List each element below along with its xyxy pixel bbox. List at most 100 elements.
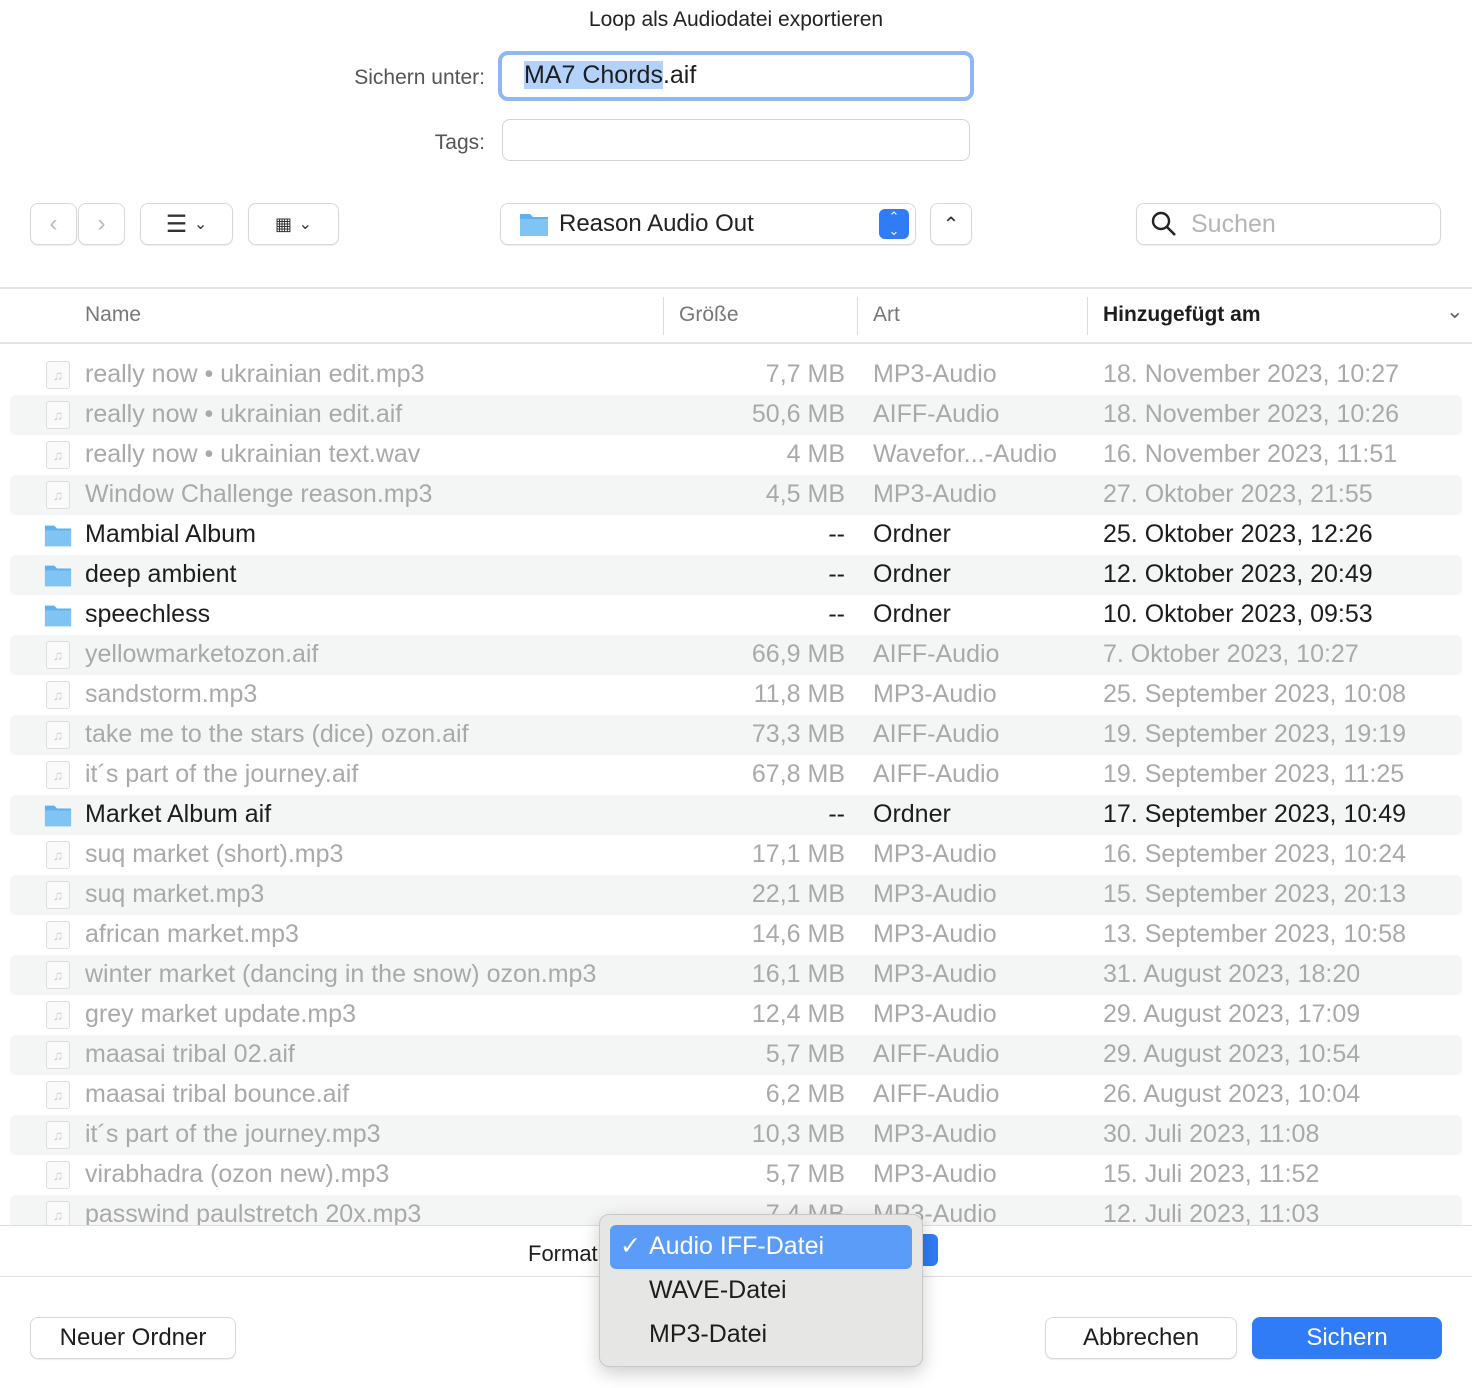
location-label: Reason Audio Out	[559, 210, 754, 237]
file-date-added: 10. Oktober 2023, 09:53	[1103, 600, 1373, 628]
audio-file-icon: ♫	[46, 681, 70, 709]
save-button[interactable]: Sichern	[1252, 1317, 1442, 1359]
file-name: maasai tribal 02.aif	[85, 1040, 295, 1068]
column-divider[interactable]	[857, 297, 858, 335]
folder-row[interactable]: deep ambient -- Ordner 12. Oktober 2023, 20…	[10, 555, 1462, 595]
menu-item-wave[interactable]: WAVE-Datei	[610, 1269, 912, 1313]
file-name: african market.mp3	[85, 920, 299, 948]
file-size: 5,7 MB	[765, 1040, 845, 1068]
file-date-added: 17. September 2023, 10:49	[1103, 800, 1407, 828]
file-size: 67,8 MB	[751, 760, 845, 788]
file-kind: MP3-Audio	[873, 480, 997, 508]
file-row[interactable]: ♫ really now • ukrainian edit.aif 50,6 MB A…	[10, 395, 1462, 435]
file-date-added: 29. August 2023, 10:54	[1103, 1040, 1361, 1068]
column-kind[interactable]: Art	[873, 303, 900, 327]
file-name: Window Challenge reason.mp3	[85, 480, 433, 508]
file-row[interactable]: ♫ take me to the stars (dice) ozon.aif 73,…	[10, 715, 1462, 755]
checkmark-icon: ✓	[620, 1232, 641, 1260]
file-date-added: 27. Oktober 2023, 21:55	[1103, 480, 1373, 508]
menu-item-mp3[interactable]: MP3-Datei	[610, 1313, 912, 1357]
file-row[interactable]: ♫ suq market (short).mp3 17,1 MB MP3-Audio 1…	[10, 835, 1462, 875]
file-row[interactable]: ♫ yellowmarketozon.aif 66,9 MB AIFF-Audio 7.…	[10, 635, 1462, 675]
folder-row[interactable]: Mambial Album -- Ordner 25. Oktober 2023, 1…	[10, 515, 1462, 555]
column-divider[interactable]	[1087, 297, 1088, 335]
file-row[interactable]: ♫ Window Challenge reason.mp3 4,5 MB MP3-Au…	[10, 475, 1462, 515]
group-view-button[interactable]: ▦ ⌄	[248, 203, 339, 245]
save-as-input[interactable]: MA7 Chords.aif	[498, 51, 974, 101]
file-row[interactable]: ♫ suq market.mp3 22,1 MB MP3-Audio 15. Septe…	[10, 875, 1462, 915]
tags-input[interactable]	[502, 119, 970, 161]
file-name: grey market update.mp3	[85, 1000, 356, 1028]
cancel-button[interactable]: Abbrechen	[1045, 1317, 1237, 1359]
file-row[interactable]: ♫ virabhadra (ozon new).mp3 5,7 MB MP3-Audi…	[10, 1155, 1462, 1195]
file-date-added: 29. August 2023, 17:09	[1103, 1000, 1361, 1028]
folder-row[interactable]: Market Album aif -- Ordner 17. September 20…	[10, 795, 1462, 835]
menu-item-label: Audio IFF-Datei	[649, 1232, 825, 1260]
file-name: virabhadra (ozon new).mp3	[85, 1160, 390, 1188]
audio-file-icon: ♫	[46, 761, 70, 789]
file-kind: MP3-Audio	[873, 1000, 997, 1028]
column-divider[interactable]	[663, 297, 664, 335]
audio-file-icon: ♫	[46, 1161, 70, 1189]
audio-file-icon: ♫	[46, 1121, 70, 1149]
file-name: Market Album aif	[85, 800, 272, 828]
menu-item-aiff[interactable]: ✓ Audio IFF-Datei	[610, 1225, 912, 1269]
file-row[interactable]: ♫ winter market (dancing in the snow) ozo…	[10, 955, 1462, 995]
file-size: --	[828, 560, 845, 588]
file-row[interactable]: ♫ grey market update.mp3 12,4 MB MP3-Audio 2…	[10, 995, 1462, 1035]
file-kind: MP3-Audio	[873, 1120, 997, 1148]
file-date-added: 16. November 2023, 11:51	[1103, 440, 1398, 468]
list-icon: ☰	[165, 210, 188, 238]
column-date-added[interactable]: Hinzugefügt am	[1103, 303, 1261, 327]
file-row[interactable]: ♫ sandstorm.mp3 11,8 MB MP3-Audio 25. Septem…	[10, 675, 1462, 715]
list-view-button[interactable]: ☰ ⌄	[140, 203, 233, 245]
file-date-added: 18. November 2023, 10:26	[1103, 400, 1400, 428]
file-row[interactable]: ♫ really now • ukrainian edit.mp3 7,7 MB MP…	[10, 355, 1462, 395]
file-size: 22,1 MB	[751, 880, 845, 908]
audio-file-icon: ♫	[46, 1081, 70, 1109]
audio-file-icon: ♫	[46, 1201, 70, 1225]
file-date-added: 12. Juli 2023, 11:03	[1103, 1200, 1320, 1225]
chevron-right-icon: ›	[97, 210, 106, 237]
file-date-added: 7. Oktober 2023, 10:27	[1103, 640, 1359, 668]
forward-button[interactable]: ›	[78, 203, 125, 245]
folder-row[interactable]: speechless -- Ordner 10. Oktober 2023, 09:5…	[10, 595, 1462, 635]
file-name: deep ambient	[85, 560, 237, 588]
file-kind: AIFF-Audio	[873, 640, 1000, 668]
file-row[interactable]: ♫ african market.mp3 14,6 MB MP3-Audio 13. S…	[10, 915, 1462, 955]
save-as-label: Sichern unter:	[354, 66, 485, 89]
file-size: 10,3 MB	[751, 1120, 845, 1148]
file-kind: AIFF-Audio	[873, 760, 1000, 788]
file-kind: MP3-Audio	[873, 880, 997, 908]
folder-icon	[44, 565, 72, 587]
file-size: 16,1 MB	[751, 960, 845, 988]
file-kind: AIFF-Audio	[873, 1040, 1000, 1068]
search-input[interactable]: Suchen	[1136, 203, 1441, 245]
file-row[interactable]: ♫ it´s part of the journey.aif 67,8 MB AIFF…	[10, 755, 1462, 795]
file-name: take me to the stars (dice) ozon.aif	[85, 720, 469, 748]
column-header: Name Größe Art Hinzugefügt am ⌄	[0, 287, 1472, 344]
audio-file-icon: ♫	[46, 721, 70, 749]
file-name: really now • ukrainian text.wav	[85, 440, 421, 468]
audio-file-icon: ♫	[46, 1001, 70, 1029]
parent-folder-button[interactable]: ⌃	[930, 203, 972, 245]
sort-chevron-icon: ⌄	[1446, 300, 1464, 323]
file-row[interactable]: ♫ maasai tribal bounce.aif 6,2 MB AIFF-Audi…	[10, 1075, 1462, 1115]
file-kind: MP3-Audio	[873, 960, 997, 988]
audio-file-icon: ♫	[46, 1041, 70, 1069]
file-list: ♫ really now • ukrainian edit.mp3 7,7 MB MP…	[0, 355, 1472, 1225]
file-row[interactable]: ♫ really now • ukrainian text.wav 4 MB Wave…	[10, 435, 1462, 475]
file-row[interactable]: ♫ it´s part of the journey.mp3 10,3 MB MP3-…	[10, 1115, 1462, 1155]
column-size[interactable]: Größe	[679, 303, 739, 327]
file-size: 4,5 MB	[765, 480, 845, 508]
file-size: --	[828, 600, 845, 628]
file-size: 6,2 MB	[765, 1080, 845, 1108]
file-row[interactable]: ♫ maasai tribal 02.aif 5,7 MB AIFF-Audio 29.…	[10, 1035, 1462, 1075]
column-name[interactable]: Name	[85, 303, 141, 327]
back-button[interactable]: ‹	[30, 203, 77, 245]
file-name: it´s part of the journey.mp3	[85, 1120, 381, 1148]
location-popup[interactable]: Reason Audio Out ⌃ ⌄	[500, 203, 916, 245]
file-date-added: 16. September 2023, 10:24	[1103, 840, 1407, 868]
file-kind: AIFF-Audio	[873, 400, 1000, 428]
new-folder-button[interactable]: Neuer Ordner	[30, 1317, 236, 1359]
